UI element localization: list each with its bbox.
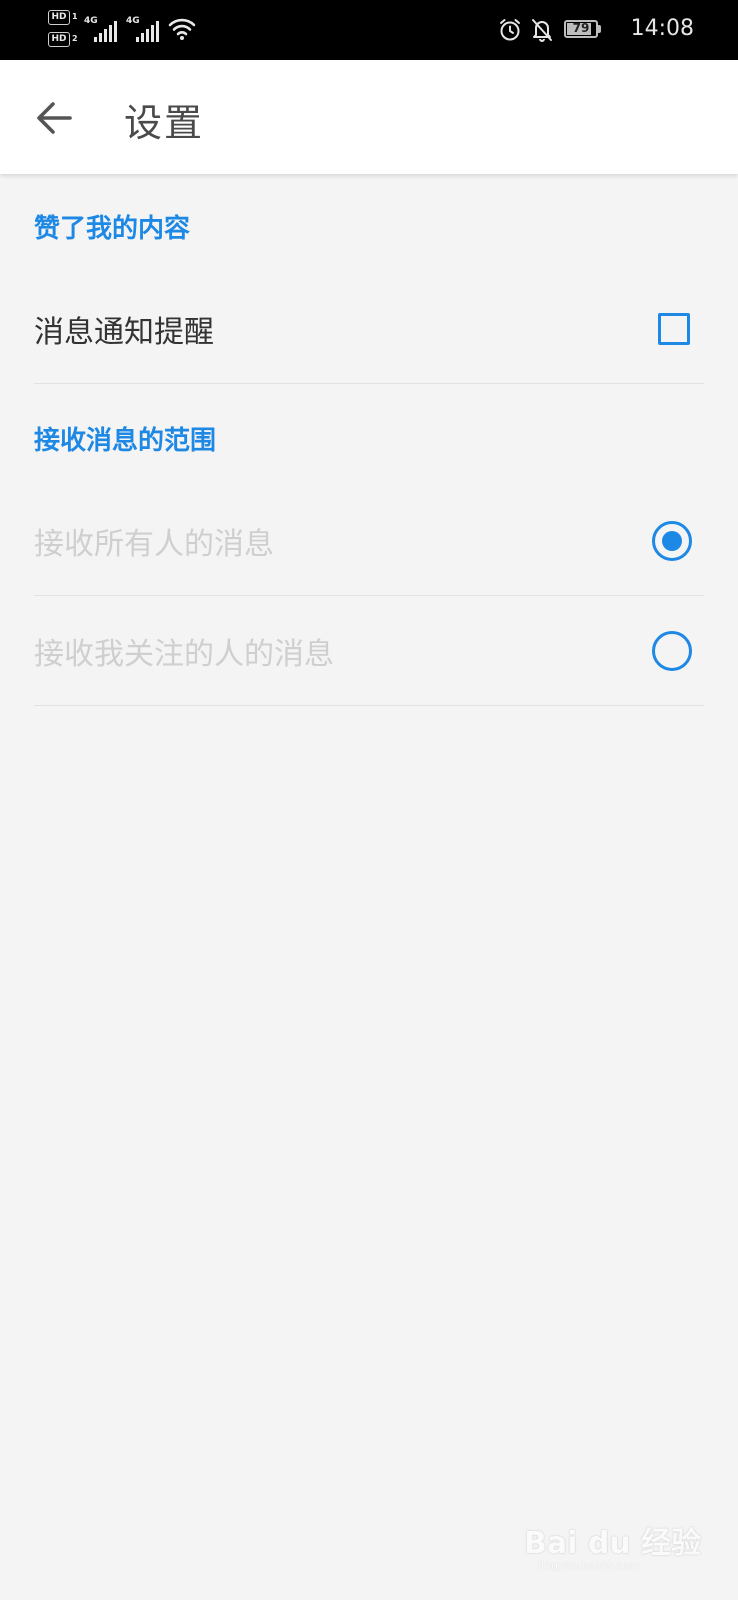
section-header-likes: 赞了我的内容 — [34, 214, 191, 244]
scope-option-all-label: 接收所有人的消息 — [34, 526, 274, 562]
scope-option-following-radio[interactable] — [652, 630, 692, 671]
toolbar: 设置 — [0, 60, 738, 174]
signal-bars-1-icon — [94, 21, 117, 42]
wifi-icon — [168, 18, 196, 40]
page-title: 设置 — [124, 101, 205, 145]
arrow-left-icon — [37, 102, 72, 134]
scope-option-all-radio[interactable] — [652, 520, 692, 561]
notify-label: 消息通知提醒 — [34, 314, 214, 350]
watermark-url: jingyan.baidu.com — [538, 1559, 640, 1572]
status-bar: HD 1 HD 2 4G 4G 79 14:08 — [0, 0, 738, 60]
scope-option-following-label: 接收我关注的人的消息 — [34, 636, 334, 672]
radio-selected-dot — [662, 530, 682, 551]
baidu-jingyan-watermark: Bai du 经验 jingyan.baidu.com — [524, 1512, 704, 1572]
scope-option-all[interactable]: 接收所有人的消息 — [34, 486, 704, 596]
bell-muted-icon — [532, 19, 552, 42]
status-time: 14:08 — [630, 16, 694, 41]
status-right: 79 14:08 — [498, 0, 738, 60]
signal-bars-2-icon — [136, 21, 159, 42]
back-button[interactable] — [28, 92, 80, 144]
hd2-sub: 2 — [72, 34, 78, 43]
signal-1-icon: 4G — [84, 16, 120, 46]
watermark-text: Bai du 经验 — [524, 1526, 702, 1561]
section-header-scope: 接收消息的范围 — [34, 426, 217, 456]
alarm-icon — [500, 19, 520, 41]
battery-icon: 79 — [564, 20, 598, 38]
hd1-badge: HD — [48, 10, 70, 25]
battery-tip — [598, 25, 601, 33]
battery-level: 79 — [572, 21, 590, 35]
hd2-badge: HD — [48, 32, 70, 47]
signal-2-icon: 4G — [126, 16, 162, 46]
hd1-sub: 1 — [72, 12, 78, 21]
notify-row[interactable]: 消息通知提醒 — [34, 274, 704, 384]
notify-checkbox[interactable] — [658, 312, 690, 345]
scope-option-following[interactable]: 接收我关注的人的消息 — [34, 596, 704, 706]
